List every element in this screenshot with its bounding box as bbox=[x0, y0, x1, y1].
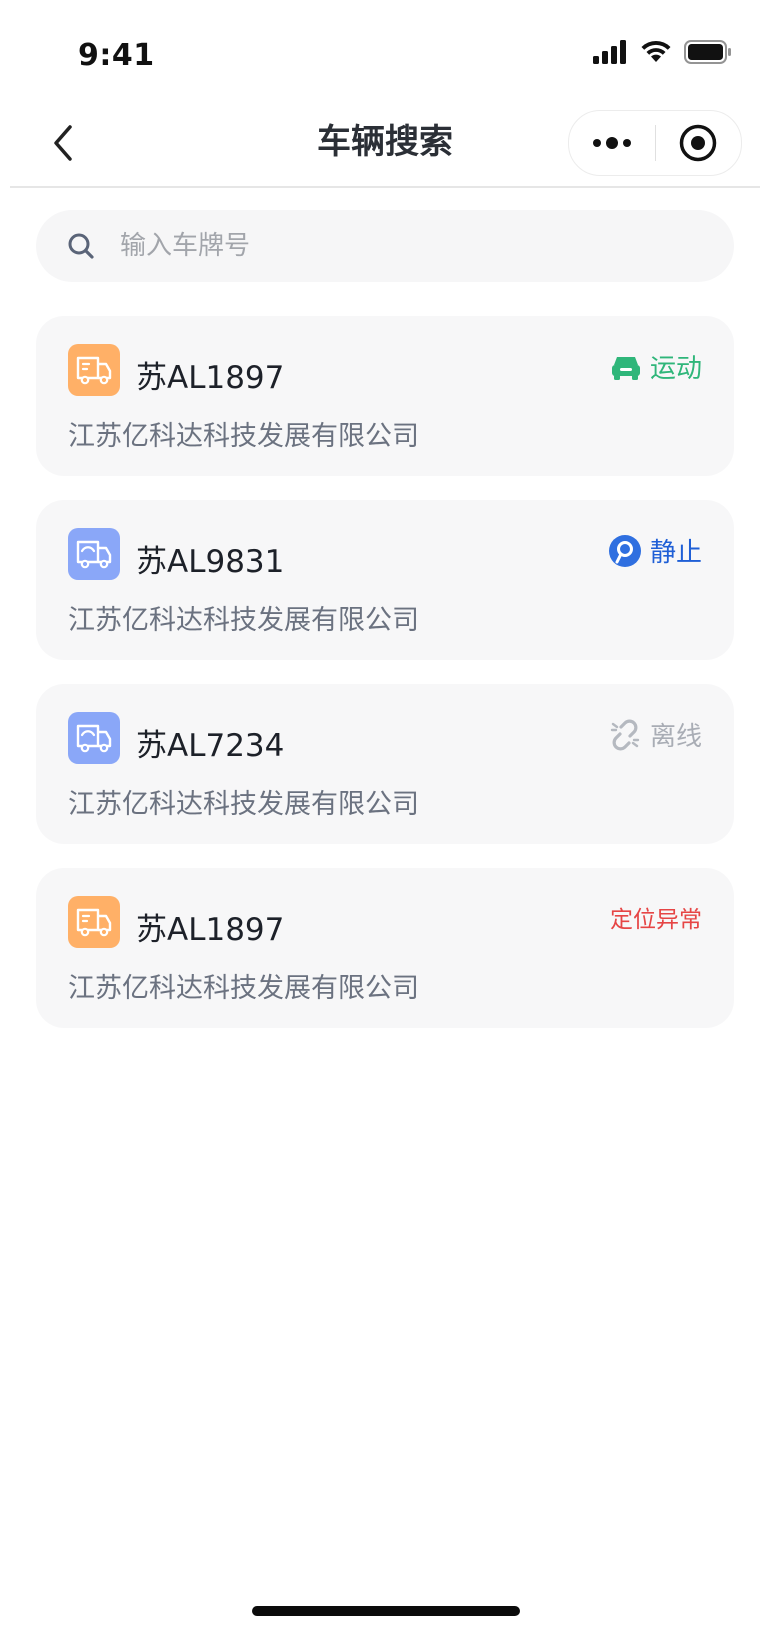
status-bar: 9:41 bbox=[0, 0, 770, 100]
close-mini-program-button[interactable] bbox=[656, 111, 740, 175]
status-label: 静止 bbox=[649, 538, 702, 568]
company-name: 江苏亿科达科技发展有限公司 bbox=[68, 789, 419, 820]
company-name: 江苏亿科达科技发展有限公司 bbox=[68, 605, 419, 636]
plate-number: 苏AL7234 bbox=[136, 728, 285, 764]
cellular-signal-icon bbox=[593, 40, 626, 64]
parked-icon bbox=[608, 534, 641, 567]
broken-link-icon bbox=[610, 719, 640, 750]
status-badge: 静止 bbox=[608, 532, 702, 569]
status-label: 离线 bbox=[649, 722, 702, 752]
status-time: 9:41 bbox=[78, 38, 155, 73]
navigation-bar: 车辆搜索 bbox=[10, 100, 760, 188]
truck-icon bbox=[68, 896, 120, 948]
vehicle-card[interactable]: 苏AL1897 定位异常 江苏亿科达科技发展有限公司 bbox=[36, 868, 734, 1028]
status-badge: 运动 bbox=[610, 348, 702, 385]
status-badge: 离线 bbox=[608, 716, 702, 753]
vehicle-card[interactable]: 苏AL1897 运动 江苏亿科达科技发展有限公司 bbox=[36, 316, 734, 476]
status-label: 定位异常 bbox=[610, 907, 702, 933]
status-badge: 定位异常 bbox=[610, 900, 702, 934]
search-icon bbox=[64, 229, 98, 263]
company-name: 江苏亿科达科技发展有限公司 bbox=[68, 421, 419, 452]
plate-number: 苏AL1897 bbox=[136, 360, 285, 396]
truck-icon bbox=[68, 528, 120, 580]
status-icons bbox=[592, 40, 732, 64]
more-button[interactable] bbox=[569, 111, 655, 175]
home-indicator bbox=[252, 1606, 520, 1616]
target-circle-icon bbox=[679, 124, 717, 162]
status-label: 运动 bbox=[649, 354, 702, 384]
wifi-icon bbox=[641, 40, 671, 62]
more-dots-icon bbox=[593, 137, 631, 149]
plate-search-input[interactable] bbox=[120, 231, 680, 261]
battery-icon bbox=[684, 40, 731, 64]
plate-number: 苏AL1897 bbox=[136, 912, 285, 948]
car-icon bbox=[611, 356, 640, 380]
truck-icon bbox=[68, 344, 120, 396]
truck-icon bbox=[68, 712, 120, 764]
company-name: 江苏亿科达科技发展有限公司 bbox=[68, 973, 419, 1004]
vehicle-card[interactable]: 苏AL9831 静止 江苏亿科达科技发展有限公司 bbox=[36, 500, 734, 660]
mini-program-capsule bbox=[568, 110, 742, 176]
vehicle-card[interactable]: 苏AL7234 离线 江苏亿科达科技发展有限公司 bbox=[36, 684, 734, 844]
plate-number: 苏AL9831 bbox=[136, 544, 285, 580]
search-bar[interactable] bbox=[36, 210, 734, 282]
